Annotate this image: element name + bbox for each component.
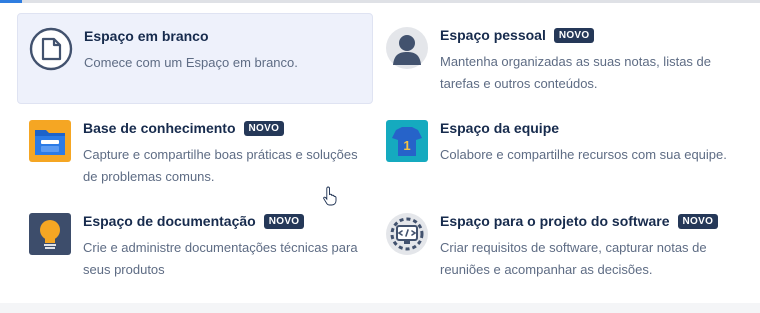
bottom-edge (0, 303, 760, 313)
option-title: Espaço da equipe (440, 120, 560, 136)
hand-cursor-icon (323, 186, 337, 206)
option-documentation-space[interactable]: Espaço de documentação NOVO Crie e admin… (17, 199, 373, 290)
team-jersey-icon: 1 (386, 120, 428, 162)
lightbulb-icon (29, 213, 71, 255)
blank-page-icon (29, 27, 73, 71)
option-description: Colabore e compartilhe recursos com sua … (440, 147, 727, 162)
option-description: Mantenha organizadas as suas notas, list… (440, 54, 712, 91)
option-description: Capture e compartilhe boas práticas e so… (83, 147, 358, 184)
option-title: Espaço em branco (84, 28, 209, 44)
new-badge: NOVO (553, 27, 595, 43)
active-tab-indicator (0, 0, 22, 3)
option-blank-space[interactable]: Espaço em branco Comece com um Espaço em… (17, 13, 373, 104)
option-description: Criar requisitos de software, capturar n… (440, 240, 707, 277)
new-badge: NOVO (243, 120, 285, 136)
option-personal-space[interactable]: Espaço pessoal NOVO Mantenha organizadas… (374, 13, 744, 104)
new-badge: NOVO (677, 213, 719, 229)
folder-icon (29, 120, 71, 162)
top-divider (0, 0, 760, 3)
option-description: Comece com um Espaço em branco. (84, 55, 298, 70)
option-description: Crie e administre documentações técnicas… (83, 240, 358, 277)
option-knowledge-base[interactable]: Base de conhecimento NOVO Capture e comp… (17, 106, 373, 197)
option-title: Espaço pessoal (440, 27, 546, 43)
option-team-space[interactable]: 1 Espaço da equipe Colabore e compartilh… (374, 106, 744, 197)
person-avatar-icon (386, 27, 428, 69)
new-badge: NOVO (263, 213, 305, 229)
option-title: Base de conhecimento (83, 120, 236, 136)
svg-text:1: 1 (403, 138, 410, 153)
option-title: Espaço para o projeto do software (440, 213, 670, 229)
option-software-project-space[interactable]: Espaço para o projeto do software NOVO C… (374, 199, 744, 290)
code-gear-icon (386, 213, 428, 255)
option-title: Espaço de documentação (83, 213, 256, 229)
